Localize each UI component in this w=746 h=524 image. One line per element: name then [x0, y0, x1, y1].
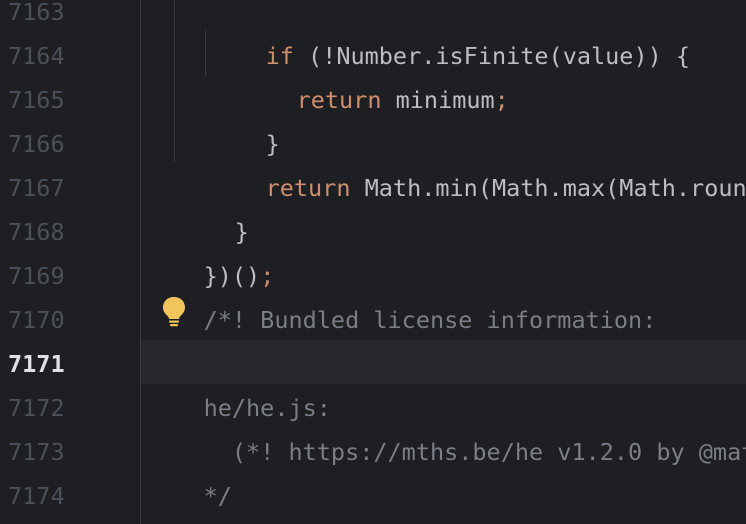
code-line[interactable]: })(); [147, 210, 275, 290]
line-number[interactable]: 7174 [8, 474, 65, 518]
keyword: return [296, 86, 382, 114]
line-number[interactable]: 7165 [8, 78, 65, 122]
code-text: minimum [381, 86, 495, 114]
code-line[interactable]: return Math.min(Math.max(Math.round [209, 122, 746, 202]
indent-guide [174, 0, 175, 162]
indent-guide [205, 30, 206, 76]
code-line[interactable]: } [178, 166, 249, 246]
code-editor[interactable]: 7163 7164 7165 7166 7167 7168 7169 7170 … [0, 0, 746, 524]
line-number-gutter[interactable]: 7163 7164 7165 7166 7167 7168 7169 7170 … [0, 0, 141, 524]
line-number[interactable]: 7168 [8, 210, 65, 254]
line-number[interactable]: 7170 [8, 298, 65, 342]
code-line[interactable]: /*! Bundled license information: [147, 254, 657, 334]
comment-text: */ [203, 482, 232, 510]
code-line[interactable]: (*! https://mths.be/he v1.2.0 by @mat [147, 386, 746, 466]
keyword: return [265, 174, 351, 202]
line-number-current[interactable]: 7171 [8, 342, 65, 386]
code-line[interactable]: */ [147, 430, 232, 510]
line-number[interactable]: 7169 [8, 254, 65, 298]
semicolon: ; [494, 86, 509, 114]
line-number[interactable]: 7164 [8, 34, 65, 78]
line-number[interactable]: 7167 [8, 166, 65, 210]
lightbulb-icon[interactable] [161, 296, 187, 328]
lightbulb-icon-graphic [163, 297, 185, 327]
code-line[interactable] [147, 474, 204, 518]
code-line-current[interactable]: he/he.js: [147, 342, 331, 422]
line-number[interactable]: 7173 [8, 430, 65, 474]
code-line[interactable]: return minimum; [240, 34, 509, 114]
line-number[interactable]: 7163 [8, 0, 65, 34]
code-line[interactable]: if (!Number.isFinite(value)) { [209, 0, 690, 70]
comment-text: /*! Bundled license information: [203, 306, 657, 334]
line-number[interactable]: 7172 [8, 386, 65, 430]
comment-text: (*! https://mths.be/he v1.2.0 by @mat [203, 438, 746, 466]
code-line[interactable]: } [209, 78, 280, 158]
code-text: Math.min(Math.max(Math.round [350, 174, 746, 202]
line-number[interactable]: 7166 [8, 122, 65, 166]
